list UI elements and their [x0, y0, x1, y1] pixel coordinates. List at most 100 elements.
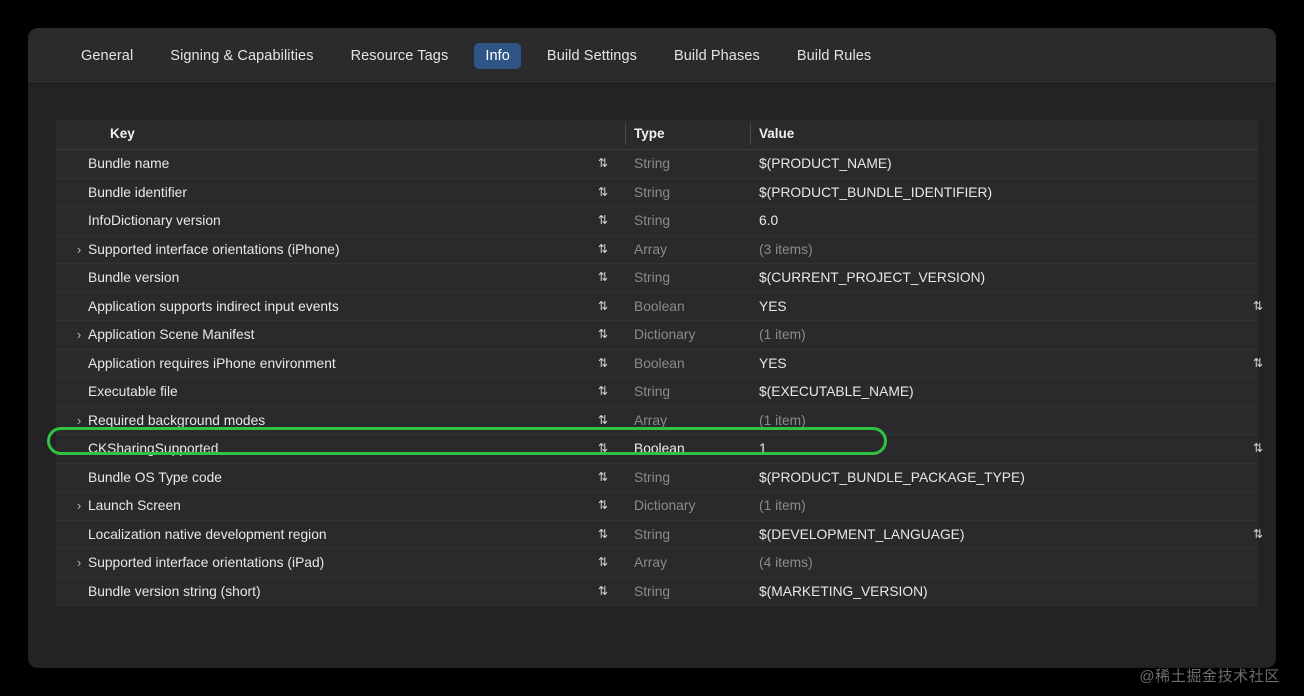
table-row[interactable]: Localization native development region ⇅ S…	[56, 520, 1263, 549]
row-key-label[interactable]: CKSharingSupported	[88, 435, 218, 463]
key-stepper-icon[interactable]: ⇅	[596, 264, 610, 292]
row-key-label[interactable]: Application supports indirect input even…	[88, 293, 339, 321]
row-key-label[interactable]: Launch Screen	[88, 492, 181, 520]
row-type-label[interactable]: String	[634, 179, 670, 207]
key-stepper-icon[interactable]: ⇅	[596, 150, 610, 178]
table-row[interactable]: Executable file ⇅ String $(EXECUTABLE_NAME)	[56, 378, 1258, 407]
row-type-label[interactable]: Array	[634, 236, 667, 264]
row-type-label[interactable]: String	[634, 207, 670, 235]
row-key-label[interactable]: Application Scene Manifest	[88, 321, 254, 349]
chevron-right-icon[interactable]: ›	[72, 492, 86, 520]
key-stepper-icon[interactable]: ⇅	[596, 207, 610, 235]
row-type-label[interactable]: String	[634, 378, 670, 406]
table-row[interactable]: CKSharingSupported ⇅ Boolean 1 ⇅	[47, 427, 1263, 464]
tab-info[interactable]: Info	[474, 42, 521, 69]
row-key-label[interactable]: Required background modes	[88, 407, 265, 435]
tab-build-phases[interactable]: Build Phases	[663, 43, 771, 69]
row-value-label[interactable]: $(EXECUTABLE_NAME)	[759, 378, 914, 406]
table-row[interactable]: Application requires iPhone environment ⇅…	[56, 349, 1263, 378]
value-stepper-icon[interactable]: ⇅	[1251, 293, 1265, 321]
row-type-label[interactable]: Boolean	[634, 435, 685, 463]
tab-build-settings[interactable]: Build Settings	[536, 43, 648, 69]
row-value-label[interactable]: (3 items)	[759, 236, 813, 264]
row-key-label[interactable]: Bundle version string (short)	[88, 578, 261, 606]
column-header-value[interactable]: Value	[759, 126, 794, 141]
row-value-label[interactable]: (1 item)	[759, 492, 806, 520]
row-type-label[interactable]: Dictionary	[634, 492, 695, 520]
row-key-label[interactable]: Bundle name	[88, 150, 169, 178]
key-stepper-icon[interactable]: ⇅	[596, 492, 610, 520]
table-row[interactable]: › Supported interface orientations (iPad)…	[56, 549, 1258, 578]
row-value-label[interactable]: 6.0	[759, 207, 778, 235]
row-value-label[interactable]: (1 item)	[759, 407, 806, 435]
tab-signing-capabilities[interactable]: Signing & Capabilities	[159, 43, 324, 69]
value-stepper-icon[interactable]: ⇅	[1251, 521, 1265, 549]
table-row[interactable]: InfoDictionary version ⇅ String 6.0	[56, 207, 1258, 236]
table-row[interactable]: › Launch Screen ⇅ Dictionary (1 item)	[56, 492, 1258, 521]
row-key-label[interactable]: Localization native development region	[88, 521, 327, 549]
value-stepper-icon[interactable]: ⇅	[1251, 350, 1265, 378]
row-value-label[interactable]: $(CURRENT_PROJECT_VERSION)	[759, 264, 985, 292]
row-value-label[interactable]: $(PRODUCT_NAME)	[759, 150, 892, 178]
table-row[interactable]: Bundle name ⇅ String $(PRODUCT_NAME)	[56, 150, 1258, 179]
row-value-label[interactable]: $(DEVELOPMENT_LANGUAGE)	[759, 521, 964, 549]
key-stepper-icon[interactable]: ⇅	[596, 293, 610, 321]
row-key-label[interactable]: Bundle OS Type code	[88, 464, 222, 492]
table-row[interactable]: Application supports indirect input even…	[56, 292, 1263, 321]
table-row[interactable]: › Supported interface orientations (iPhon…	[56, 235, 1258, 264]
row-key-label[interactable]: InfoDictionary version	[88, 207, 221, 235]
key-stepper-icon[interactable]: ⇅	[596, 464, 610, 492]
key-stepper-icon[interactable]: ⇅	[596, 321, 610, 349]
key-stepper-icon[interactable]: ⇅	[596, 179, 610, 207]
row-type-label[interactable]: String	[634, 150, 670, 178]
row-key-label[interactable]: Bundle identifier	[88, 179, 187, 207]
row-key-label[interactable]: Application requires iPhone environment	[88, 350, 336, 378]
row-key-label[interactable]: Executable file	[88, 378, 178, 406]
row-value-label[interactable]: (1 item)	[759, 321, 806, 349]
table-row[interactable]: Bundle OS Type code ⇅ String $(PRODUCT_BUND…	[56, 463, 1258, 492]
table-row[interactable]: › Required background modes ⇅ Array (1 item)	[56, 406, 1258, 435]
row-value-label[interactable]: YES	[759, 350, 787, 378]
row-key-label[interactable]: Supported interface orientations (iPhone…	[88, 236, 340, 264]
key-stepper-icon[interactable]: ⇅	[596, 578, 610, 606]
key-stepper-icon[interactable]: ⇅	[596, 350, 610, 378]
row-type-label[interactable]: Boolean	[634, 350, 685, 378]
key-stepper-icon[interactable]: ⇅	[596, 407, 610, 435]
row-value-label[interactable]: $(PRODUCT_BUNDLE_PACKAGE_TYPE)	[759, 464, 1025, 492]
table-row[interactable]: Bundle identifier ⇅ String $(PRODUCT_BUNDLE…	[56, 178, 1258, 207]
table-row[interactable]: › Application Scene Manifest ⇅ Dictionary (1…	[56, 321, 1258, 350]
row-value-label[interactable]: 1	[759, 435, 767, 463]
row-type-label[interactable]: String	[634, 578, 670, 606]
chevron-right-icon[interactable]: ›	[72, 321, 86, 349]
row-value-label[interactable]: $(MARKETING_VERSION)	[759, 578, 928, 606]
key-stepper-icon[interactable]: ⇅	[596, 378, 610, 406]
table-row[interactable]: Bundle version ⇅ String $(CURRENT_PROJECT_V…	[56, 264, 1258, 293]
chevron-right-icon[interactable]: ›	[72, 407, 86, 435]
row-type-label[interactable]: Dictionary	[634, 321, 695, 349]
row-value-label[interactable]: $(PRODUCT_BUNDLE_IDENTIFIER)	[759, 179, 992, 207]
row-key-label[interactable]: Supported interface orientations (iPad)	[88, 549, 324, 577]
row-type-label[interactable]: Array	[634, 407, 667, 435]
row-value-label[interactable]: YES	[759, 293, 787, 321]
key-stepper-icon[interactable]: ⇅	[596, 549, 610, 577]
row-key-label[interactable]: Bundle version	[88, 264, 179, 292]
key-stepper-icon[interactable]: ⇅	[596, 236, 610, 264]
key-stepper-icon[interactable]: ⇅	[596, 435, 610, 463]
row-type-label[interactable]: String	[634, 521, 670, 549]
tab-general[interactable]: General	[70, 43, 144, 69]
row-type-label[interactable]: String	[634, 264, 670, 292]
key-stepper-icon[interactable]: ⇅	[596, 521, 610, 549]
row-type-label[interactable]: String	[634, 464, 670, 492]
tab-build-rules[interactable]: Build Rules	[786, 43, 882, 69]
info-plist-panel: Key Type Value Bundle name ⇅ String $(PRODU…	[28, 84, 1276, 667]
tab-resource-tags[interactable]: Resource Tags	[340, 43, 460, 69]
value-stepper-icon[interactable]: ⇅	[1251, 435, 1265, 463]
row-value-label[interactable]: (4 items)	[759, 549, 813, 577]
column-header-type[interactable]: Type	[634, 126, 665, 141]
table-row[interactable]: Bundle version string (short) ⇅ String $(MA…	[56, 577, 1258, 606]
chevron-right-icon[interactable]: ›	[72, 549, 86, 577]
row-type-label[interactable]: Boolean	[634, 293, 685, 321]
row-type-label[interactable]: Array	[634, 549, 667, 577]
column-header-key[interactable]: Key	[110, 126, 135, 141]
chevron-right-icon[interactable]: ›	[72, 236, 86, 264]
